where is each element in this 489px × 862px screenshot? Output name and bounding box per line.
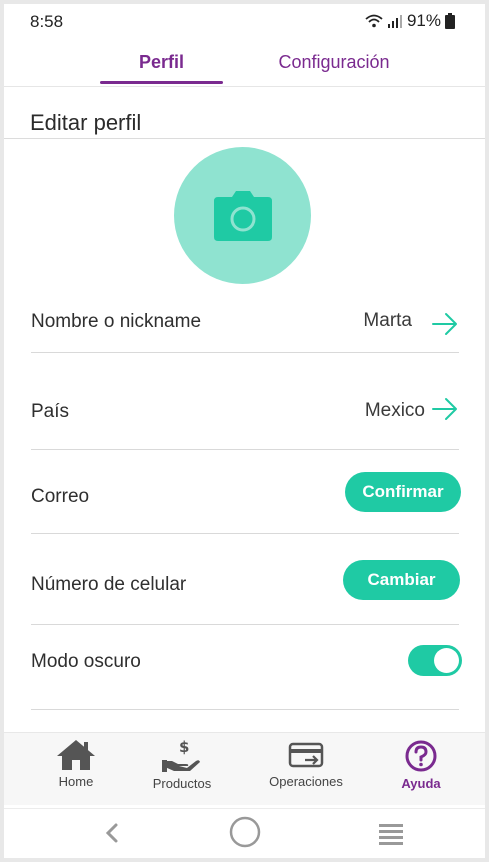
status-indicators: 91% [365,11,455,31]
row-divider [31,624,459,625]
row-divider [31,533,459,534]
battery-level: 91% [406,11,441,30]
recent-apps-icon[interactable] [378,817,404,849]
row-divider [31,709,459,710]
system-navigation-bar [4,808,485,858]
bottom-navigation: Home $ Productos Operaciones Ayuda [4,732,485,805]
tab-perfil[interactable]: Perfil [100,52,223,73]
status-bar: 8:58 91% [4,4,485,38]
dark-mode-toggle[interactable] [408,645,462,676]
signal-icon [387,15,402,28]
card-transfer-icon [288,742,324,768]
wifi-icon [365,14,383,28]
phone-label: Número de celular [31,574,187,595]
row-divider [31,352,459,353]
avatar-upload-button[interactable] [174,147,311,284]
phone-row: Número de celular Cambiar [31,560,460,625]
hand-dollar-icon: $ [162,739,200,772]
home-circle-icon[interactable] [228,815,262,849]
nav-home[interactable]: Home [46,739,106,789]
nav-operaciones-label: Operaciones [269,774,343,789]
tab-configuracion[interactable]: Configuración [264,52,404,73]
change-phone-button[interactable]: Cambiar [343,560,460,600]
country-row[interactable]: País Mexico [31,397,459,450]
confirm-email-button[interactable]: Confirmar [345,472,461,512]
nav-home-label: Home [58,774,94,789]
arrow-right-icon[interactable] [431,397,459,421]
country-label: País [31,401,70,422]
dark-mode-row: Modo oscuro [31,645,462,711]
nav-productos-label: Productos [152,776,212,791]
email-label: Correo [31,486,90,507]
nickname-value: Marta [363,310,412,331]
arrow-right-icon[interactable] [431,312,459,336]
page-title: Editar perfil [30,110,142,135]
back-icon[interactable] [102,817,122,849]
battery-icon [445,13,455,29]
profile-tabs: Perfil Configuración [4,44,485,87]
svg-text:$: $ [179,739,189,756]
phone-screen: 8:58 91% Perfil Configuración Editar per… [4,4,485,858]
country-value: Mexico [364,400,425,421]
camera-icon [213,190,272,241]
nav-operaciones[interactable]: Operaciones [262,739,350,789]
help-circle-icon [405,740,437,772]
status-time: 8:58 [30,12,64,31]
active-tab-indicator [100,81,223,84]
toggle-knob [434,648,459,673]
nickname-row[interactable]: Nombre o nickname Marta [31,307,459,355]
nav-productos[interactable]: $ Productos [144,739,220,791]
nav-ayuda-label: Ayuda [401,776,441,791]
title-divider [4,138,485,139]
home-icon [57,740,95,770]
email-row: Correo Confirmar [31,472,461,534]
nav-ayuda[interactable]: Ayuda [391,739,451,791]
row-divider [31,449,459,450]
nickname-label: Nombre o nickname [31,311,202,332]
dark-mode-label: Modo oscuro [31,651,141,672]
